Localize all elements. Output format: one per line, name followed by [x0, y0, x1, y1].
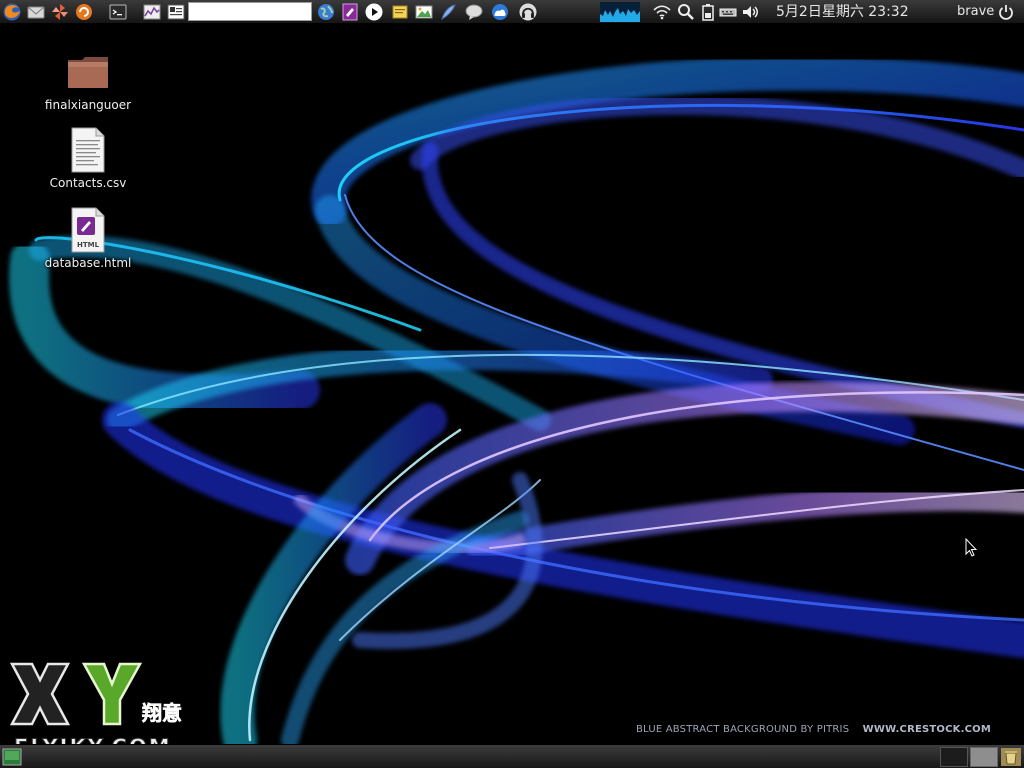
wifi-icon[interactable]: [652, 2, 672, 22]
weather-icon[interactable]: [490, 2, 510, 22]
mouse-cursor-icon: [965, 538, 977, 557]
wallpaper: [0, 0, 1024, 768]
wallpaper-credit-text: BLUE ABSTRACT BACKGROUND BY PITRIS: [636, 724, 850, 735]
wallpaper-credit: BLUE ABSTRACT BACKGROUND BY PITRIS WWW.C…: [636, 723, 996, 737]
watermark-chinese: 翔意: [141, 701, 182, 725]
feather-icon[interactable]: [438, 2, 458, 22]
search-icon[interactable]: [676, 2, 696, 22]
clock[interactable]: 5月2日星期六 23:32: [776, 3, 909, 21]
desktop-icon-label: database.html: [44, 256, 132, 270]
desktop-icon-database-html[interactable]: HTML database.html: [33, 206, 143, 270]
pinwheel-icon[interactable]: [50, 2, 70, 22]
desktop-icon-label: Contacts.csv: [49, 176, 127, 190]
workspace-2[interactable]: [970, 747, 998, 767]
media-player-icon[interactable]: [364, 2, 384, 22]
volume-icon[interactable]: [740, 2, 760, 22]
system-monitor-icon[interactable]: [142, 2, 162, 22]
cpu-graph-icon[interactable]: [600, 2, 640, 22]
battery-icon[interactable]: [698, 2, 718, 22]
folder-icon: [64, 48, 112, 96]
trash-icon[interactable]: [1000, 747, 1022, 767]
power-icon[interactable]: [996, 2, 1016, 22]
mail-icon[interactable]: [26, 2, 46, 22]
html-file-icon: HTML: [64, 206, 112, 254]
bottom-panel: [0, 744, 1024, 768]
desktop-icon-folder[interactable]: finalxianguoer: [33, 48, 143, 112]
text-file-icon: [64, 126, 112, 174]
headphones-icon[interactable]: [518, 2, 538, 22]
show-desktop-icon[interactable]: [2, 748, 22, 766]
user-menu[interactable]: brave: [957, 3, 994, 21]
keyboard-icon[interactable]: [718, 2, 738, 22]
ubuntu-one-icon[interactable]: [74, 2, 94, 22]
panel-search-input[interactable]: [188, 2, 312, 21]
notes-icon[interactable]: [390, 2, 410, 22]
chat-icon[interactable]: [464, 2, 484, 22]
terminal-icon[interactable]: [108, 2, 128, 22]
screen-reader-icon[interactable]: [166, 2, 186, 22]
image-viewer-icon[interactable]: [414, 2, 434, 22]
firefox-icon[interactable]: [2, 2, 22, 22]
editor-icon[interactable]: [340, 2, 360, 22]
desktop-icon-contacts-csv[interactable]: Contacts.csv: [33, 126, 143, 190]
top-panel: 5月2日星期六 23:32 brave: [0, 0, 1024, 24]
globe-icon[interactable]: [316, 2, 336, 22]
desktop-screen: 5月2日星期六 23:32 brave finalxianguoer Conta…: [0, 0, 1024, 768]
desktop-icon-label: finalxianguoer: [44, 98, 132, 112]
workspace-1[interactable]: [940, 747, 968, 767]
wallpaper-credit-url: WWW.CRESTOCK.COM: [862, 724, 992, 735]
html-badge: HTML: [77, 241, 100, 249]
